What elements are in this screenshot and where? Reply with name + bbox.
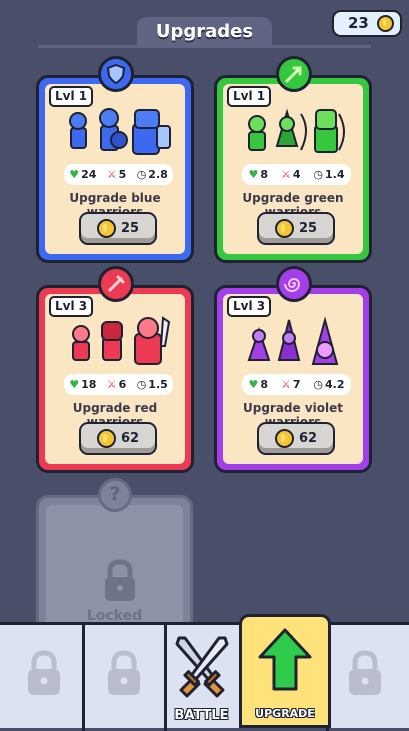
heart-icon: ♥ [248, 378, 259, 391]
spiral-icon [276, 266, 312, 302]
nav-locked-slot-1[interactable] [24, 649, 64, 699]
speed-value: 2.8 [148, 168, 168, 181]
nav-divider [82, 625, 85, 731]
stats-bar: ♥ 24 ⚔ 5 ◷ 2.8 [64, 164, 173, 185]
upgrade-button[interactable]: 62 [257, 422, 335, 455]
coin-count: 23 [348, 14, 369, 32]
upgrade-button[interactable]: 25 [79, 212, 157, 245]
health-value: 8 [260, 168, 268, 181]
heart-icon: ♥ [69, 168, 80, 181]
upgrade-tab[interactable]: UPGRADE [239, 614, 331, 728]
attack-value: 6 [118, 378, 127, 391]
card-panel: Lvl 3 ♥8 ⚔7 ◷4.2 Upgrade violet warriors… [223, 294, 363, 464]
clock-icon: ◷ [313, 378, 324, 391]
upgrade-card-green: Lvl 1 ♥8 ⚔4 ◷1.4 Upgrade green warriors … [214, 56, 372, 263]
stats-bar: ♥ 8 ⚔ 7 ◷ 4.2 [242, 374, 351, 395]
shield-icon [98, 56, 134, 92]
coin-icon [377, 15, 394, 32]
upgrade-button[interactable]: 62 [79, 422, 157, 455]
upgrade-cost: 25 [120, 221, 140, 236]
upgrade-card-red: Lvl 3 ♥18 ⚔6 ◷1.5 Upgrade red warriors 6… [36, 266, 194, 473]
upgrade-button[interactable]: 25 [257, 212, 335, 245]
upgrade-label: UPGRADE [255, 707, 315, 720]
page-title: Upgrades [137, 17, 272, 47]
sword-icon: ⚔ [106, 168, 117, 181]
speed-value: 4.2 [325, 378, 345, 391]
coin-icon [96, 429, 116, 448]
stats-bar: ♥ 8 ⚔ 4 ◷ 1.4 [242, 164, 351, 185]
health-value: 24 [81, 168, 97, 181]
question-badge: ? [98, 478, 132, 512]
sword-icon [98, 266, 134, 302]
speed-value: 1.5 [148, 378, 168, 391]
sword-icon: ⚔ [280, 168, 291, 181]
coin-icon [274, 429, 294, 448]
upgrade-card-violet: Lvl 3 ♥8 ⚔7 ◷4.2 Upgrade violet warriors… [214, 266, 372, 473]
upgrade-cost: 62 [120, 431, 140, 446]
battle-tab[interactable]: BATTLE [164, 632, 239, 728]
blue-warriors-icon [69, 108, 171, 155]
upgrade-cost: 25 [298, 221, 318, 236]
battle-label: BATTLE [174, 708, 229, 723]
padlock-icon [105, 559, 135, 601]
attack-value: 7 [292, 378, 301, 391]
crossed-swords-icon [175, 636, 229, 698]
stats-bar: ♥ 18 ⚔ 6 ◷ 1.5 [64, 374, 173, 395]
speed-value: 1.4 [325, 168, 345, 181]
attack-value: 5 [118, 168, 127, 181]
arrow-icon [276, 56, 312, 92]
health-value: 18 [81, 378, 97, 391]
sword-icon: ⚔ [280, 378, 291, 391]
level-badge: Lvl 3 [227, 296, 272, 317]
clock-icon: ◷ [136, 168, 147, 181]
attack-value: 4 [292, 168, 301, 181]
level-badge: Lvl 3 [49, 296, 94, 317]
card-panel: Lvl 3 ♥18 ⚔6 ◷1.5 Upgrade red warriors 6… [45, 294, 185, 464]
level-badge: Lvl 1 [49, 86, 94, 107]
coin-counter: 23 [332, 10, 402, 37]
coin-icon [96, 219, 116, 238]
coin-icon [274, 219, 294, 238]
upgrade-card-blue: Lvl 1 ♥24 ⚔5 ◷2.8 Upgrade blue warriors … [36, 56, 194, 263]
nav-locked-slot-3[interactable] [345, 649, 385, 699]
heart-icon: ♥ [248, 168, 259, 181]
green-warriors-icon [248, 108, 345, 153]
card-panel: Lvl 1 ♥8 ⚔4 ◷1.4 Upgrade green warriors … [223, 84, 363, 254]
clock-icon: ◷ [136, 378, 147, 391]
health-value: 8 [260, 378, 268, 391]
heart-icon: ♥ [69, 378, 80, 391]
clock-icon: ◷ [313, 168, 324, 181]
card-panel: Lvl 1 ♥24 ⚔5 ◷2.8 Upgrade blue warriors … [45, 84, 185, 254]
red-warriors-icon [72, 316, 171, 365]
up-arrow-icon [258, 628, 312, 691]
level-badge: Lvl 1 [227, 86, 272, 107]
upgrade-cost: 62 [298, 431, 318, 446]
nav-locked-slot-2[interactable] [104, 649, 144, 699]
sword-icon: ⚔ [106, 378, 117, 391]
violet-warriors-icon [247, 316, 339, 365]
